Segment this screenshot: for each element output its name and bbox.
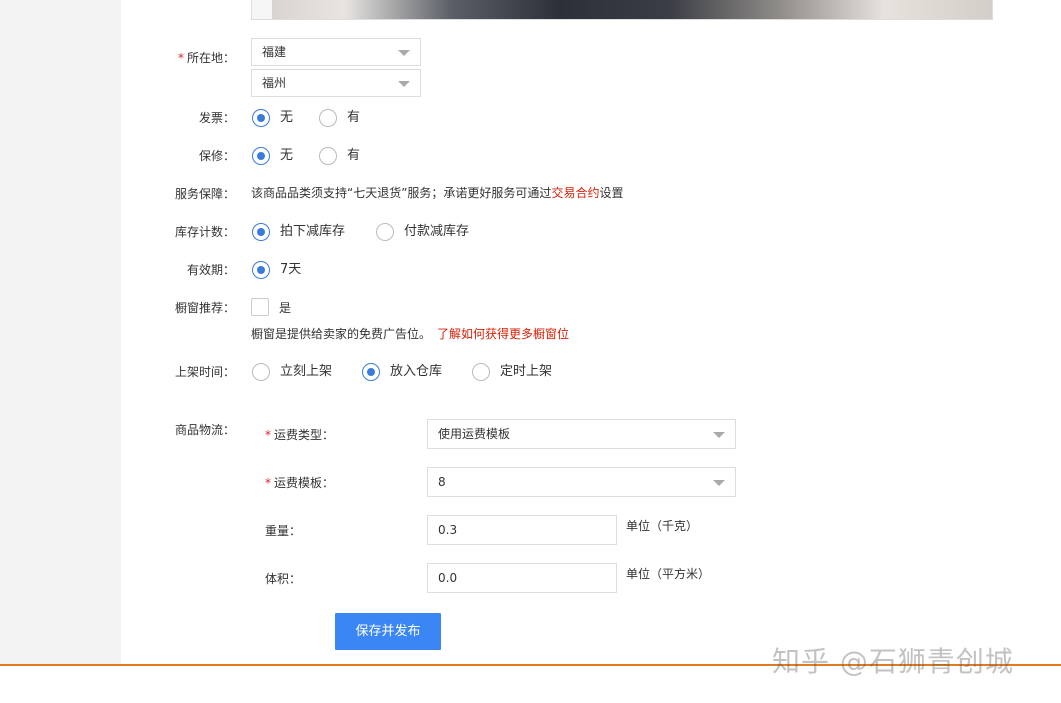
showcase-label: 橱窗推荐： [175, 301, 236, 315]
volume-input[interactable]: 0.0 [427, 563, 617, 593]
stock-radio-order[interactable] [252, 223, 270, 241]
logistics-label: 商品物流： [175, 423, 236, 437]
warranty-radio-yes[interactable] [319, 147, 337, 165]
trade-contract-link[interactable]: 交易合约 [551, 186, 599, 200]
left-gutter [0, 0, 121, 666]
showcase-checkbox[interactable] [251, 298, 269, 316]
service-label: 服务保障： [175, 187, 236, 201]
listing-radio-warehouse[interactable] [362, 363, 380, 381]
invoice-option-no: 无 [280, 110, 294, 125]
stock-option-payment: 付款减库存 [404, 224, 470, 239]
volume-unit: 单位（平方米） [626, 567, 711, 581]
validity-radio-7days[interactable] [252, 261, 270, 279]
fee-template-select[interactable]: 8 [427, 467, 736, 497]
fee-type-select[interactable]: 使用运费模板 [427, 419, 736, 449]
chevron-down-icon [713, 480, 725, 486]
chevron-down-icon [398, 50, 410, 56]
invoice-label: 发票： [199, 111, 236, 125]
volume-label: 体积： [265, 572, 302, 586]
invoice-radio-no[interactable] [252, 109, 270, 127]
watermark: 知乎 @石狮青创城 [772, 645, 1014, 678]
listing-option-warehouse: 放入仓库 [390, 364, 443, 379]
weight-unit: 单位（千克） [626, 519, 699, 533]
chevron-down-icon [713, 432, 725, 438]
listing-option-scheduled: 定时上架 [500, 364, 553, 379]
warranty-label: 保修： [199, 149, 236, 163]
province-select[interactable]: 福建 [251, 38, 421, 66]
city-select[interactable]: 福州 [251, 69, 421, 97]
validity-label: 有效期： [187, 263, 236, 277]
fee-template-label: * 运费模板： [265, 476, 335, 490]
location-label: * 所在地： [178, 51, 236, 65]
product-image-preview [251, 0, 993, 20]
showcase-hint: 橱窗是提供给卖家的免费广告位。 了解如何获得更多橱窗位 [251, 327, 570, 341]
listing-radio-scheduled[interactable] [472, 363, 490, 381]
invoice-option-yes: 有 [347, 110, 361, 125]
validity-option-7days: 7天 [280, 262, 302, 277]
weight-input[interactable]: 0.3 [427, 515, 617, 545]
stock-radio-payment[interactable] [376, 223, 394, 241]
stock-label: 库存计数： [175, 225, 236, 239]
warranty-radio-no[interactable] [252, 147, 270, 165]
service-description: 该商品品类须支持“七天退货”服务；承诺更好服务可通过交易合约设置 [251, 186, 624, 200]
showcase-more-link[interactable]: 了解如何获得更多橱窗位 [437, 327, 569, 341]
chevron-down-icon [398, 81, 410, 87]
stock-option-order: 拍下减库存 [280, 224, 346, 239]
invoice-radio-yes[interactable] [319, 109, 337, 127]
weight-label: 重量： [265, 524, 302, 538]
warranty-option-no: 无 [280, 148, 294, 163]
warranty-option-yes: 有 [347, 148, 361, 163]
fee-type-label: * 运费类型： [265, 428, 335, 442]
listing-option-now: 立刻上架 [280, 364, 333, 379]
save-and-publish-button[interactable]: 保存并发布 [335, 613, 441, 650]
showcase-checkbox-label: 是 [279, 301, 292, 315]
listing-radio-now[interactable] [252, 363, 270, 381]
listing-time-label: 上架时间： [175, 365, 236, 379]
